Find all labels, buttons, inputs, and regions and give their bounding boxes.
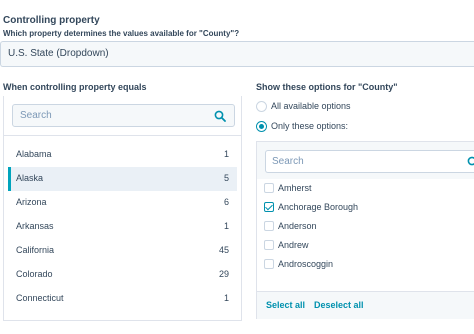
state-row-arizona[interactable]: Arizona 6	[8, 191, 237, 215]
state-count: 45	[218, 245, 229, 255]
state-row-alabama[interactable]: Alabama 1	[8, 143, 237, 167]
search-icon[interactable]	[214, 110, 226, 122]
state-name: California	[16, 245, 55, 255]
county-options-panel: Search Amherst Anchorage Borough Anderso…	[256, 141, 474, 319]
option-label: Anchorage Borough	[278, 202, 359, 212]
state-row-california[interactable]: California 45	[8, 239, 237, 263]
state-name: Colorado	[16, 269, 53, 279]
states-search-input[interactable]: Search	[12, 104, 235, 127]
radio-button[interactable]	[256, 101, 267, 112]
state-count: 1	[223, 293, 229, 303]
option-row-androscoggin[interactable]: Androscoggin	[257, 255, 474, 274]
state-name: Connecticut	[16, 293, 64, 303]
radio-label: Only these options:	[271, 121, 349, 131]
option-row-andrew[interactable]: Andrew	[257, 236, 474, 255]
radio-button[interactable]	[256, 121, 267, 132]
option-label: Anderson	[278, 221, 317, 231]
state-row-colorado[interactable]: Colorado 29	[8, 263, 237, 287]
option-row-anderson[interactable]: Anderson	[257, 217, 474, 236]
state-count: 29	[218, 269, 229, 279]
options-footer: Select all Deselect all	[257, 291, 474, 319]
option-label: Andrew	[278, 240, 309, 250]
checkbox[interactable]	[264, 202, 274, 212]
state-name: Alabama	[16, 149, 52, 159]
state-name: Alaska	[16, 173, 44, 183]
state-count: 1	[223, 221, 229, 231]
right-column-label: Show these options for "County"	[256, 82, 398, 92]
state-row-alaska[interactable]: Alaska 5	[8, 167, 237, 191]
controlling-property-help: Which property determines the values ava…	[3, 29, 240, 38]
search-icon[interactable]	[467, 156, 474, 168]
state-count: 5	[223, 173, 229, 183]
state-row-arkansas[interactable]: Arkansas 1	[8, 215, 237, 239]
states-panel: Search Alabama 1 Alaska 5 Arizona 6 Arka…	[3, 96, 242, 321]
checkbox[interactable]	[264, 183, 274, 193]
radio-label: All available options	[271, 101, 351, 111]
state-row-connecticut[interactable]: Connecticut 1	[8, 287, 237, 311]
state-name: Arizona	[16, 197, 47, 207]
controlling-property-label: Controlling property	[3, 15, 100, 26]
option-row-amherst[interactable]: Amherst	[257, 179, 474, 198]
left-column-label: When controlling property equals	[3, 82, 147, 92]
controlling-property-select[interactable]: U.S. State (Dropdown)	[0, 41, 474, 67]
search-divider	[4, 135, 241, 136]
search-placeholder: Search	[272, 156, 304, 167]
deselect-all-link[interactable]: Deselect all	[314, 300, 364, 310]
checkbox[interactable]	[264, 259, 274, 269]
county-search-input[interactable]: Search	[265, 150, 474, 173]
search-placeholder: Search	[20, 110, 52, 121]
option-label: Androscoggin	[278, 259, 334, 269]
checkbox[interactable]	[264, 221, 274, 231]
select-all-link[interactable]: Select all	[266, 300, 305, 310]
state-count: 1	[223, 149, 229, 159]
option-row-anchorage-borough[interactable]: Anchorage Borough	[257, 198, 474, 217]
checkbox[interactable]	[264, 240, 274, 250]
state-count: 6	[223, 197, 229, 207]
states-list: Alabama 1 Alaska 5 Arizona 6 Arkansas 1 …	[8, 143, 237, 311]
state-name: Arkansas	[16, 221, 54, 231]
county-options-list: Amherst Anchorage Borough Anderson Andre…	[257, 179, 474, 291]
option-label: Amherst	[278, 183, 312, 193]
